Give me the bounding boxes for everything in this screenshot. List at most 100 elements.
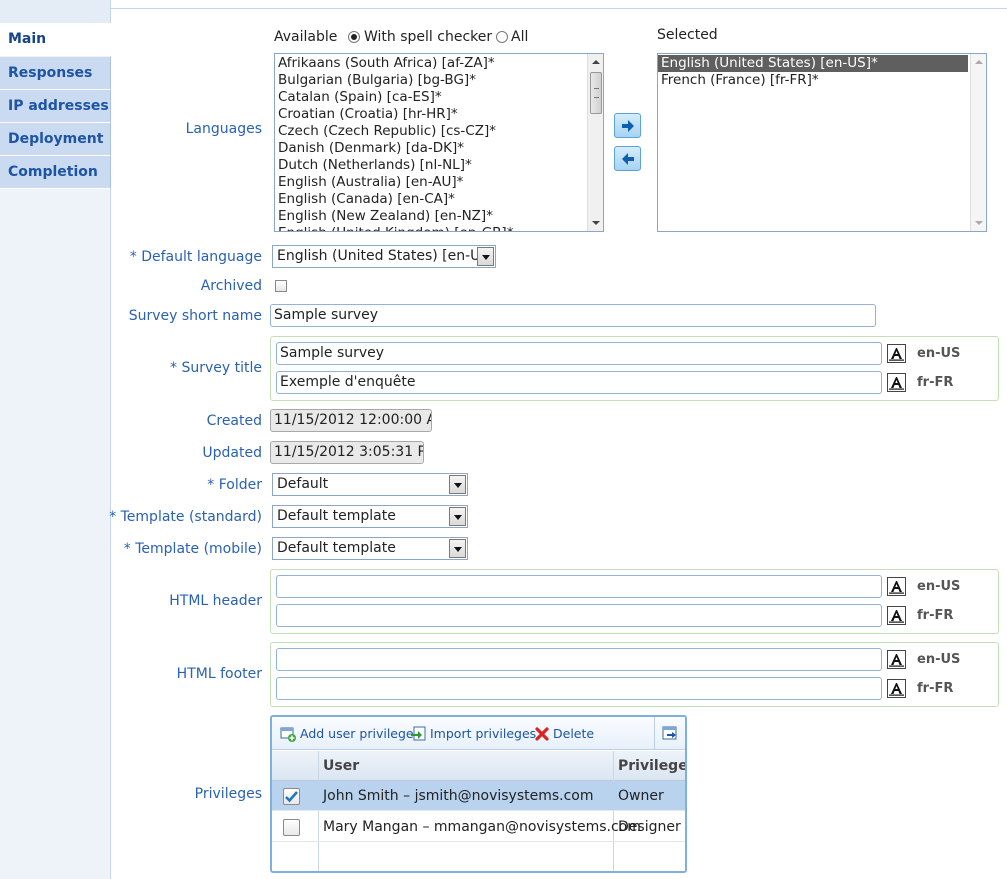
- available-language-item[interactable]: English (New Zealand) [en-NZ]*: [275, 208, 603, 225]
- survey-title-label: * Survey title: [170, 360, 262, 376]
- default-language-select[interactable]: English (United States) [en-US]: [272, 245, 496, 268]
- available-language-item[interactable]: English (United Kingdom) [en-GB]*: [275, 225, 603, 231]
- survey-title-fr-input[interactable]: Exemple d'enquête: [276, 371, 882, 394]
- available-label: Available: [274, 29, 338, 45]
- import-icon[interactable]: [410, 726, 426, 742]
- spell-checker-radio-label[interactable]: With spell checker: [364, 29, 492, 45]
- add-user-privilege-button[interactable]: Add user privilege: [300, 726, 414, 741]
- tab-ip-addresses[interactable]: IP addresses: [0, 90, 111, 123]
- available-list-scrollbar[interactable]: [587, 54, 603, 231]
- import-privileges-button[interactable]: Import privileges: [430, 726, 536, 741]
- selected-languages-list[interactable]: English (United States) [en-US]* French (…: [657, 53, 987, 232]
- arrow-left-icon: [622, 153, 634, 165]
- user-cell: John Smith – jsmith@novisystems.com: [323, 788, 594, 804]
- html-footer-label: HTML footer: [176, 666, 262, 682]
- tab-completion[interactable]: Completion: [0, 156, 111, 189]
- content-border: [110, 8, 1007, 9]
- chevron-down-icon[interactable]: [477, 247, 494, 266]
- remove-language-button[interactable]: [614, 146, 641, 171]
- translate-icon[interactable]: [887, 650, 906, 669]
- table-row[interactable]: Mary Mangan – mmangan@novisystems.com De…: [272, 812, 685, 842]
- translate-icon[interactable]: [887, 344, 906, 363]
- folder-value: Default: [277, 476, 329, 492]
- updated-label: Updated: [202, 445, 262, 461]
- folder-label: * Folder: [207, 477, 262, 493]
- selected-languages-items: English (United States) [en-US]* French (…: [658, 54, 986, 89]
- delete-button[interactable]: Delete: [553, 726, 594, 741]
- row-checkbox[interactable]: [283, 819, 300, 836]
- selected-label: Selected: [657, 27, 718, 43]
- chevron-down-icon[interactable]: [449, 507, 466, 526]
- tab-main[interactable]: Main: [0, 23, 111, 56]
- lang-code-en-us: en-US: [917, 652, 961, 667]
- short-name-label: Survey short name: [128, 308, 262, 324]
- survey-title-en-input[interactable]: Sample survey: [276, 342, 882, 365]
- checkmark-icon: [285, 791, 298, 803]
- lang-code-fr-fr: fr-FR: [917, 608, 954, 623]
- scrollbar-thumb[interactable]: [590, 72, 602, 114]
- template-standard-value: Default template: [277, 508, 396, 524]
- template-standard-label: * Template (standard): [109, 509, 262, 525]
- add-user-icon[interactable]: [280, 726, 296, 742]
- lang-code-en-us: en-US: [917, 346, 961, 361]
- template-mobile-label: * Template (mobile): [123, 541, 262, 557]
- archived-checkbox[interactable]: [275, 280, 287, 292]
- languages-label: Languages: [185, 121, 262, 137]
- html-header-label: HTML header: [169, 593, 262, 609]
- translate-icon[interactable]: [887, 606, 906, 625]
- toolbar-separator: [654, 717, 655, 750]
- chevron-down-icon[interactable]: [449, 475, 466, 494]
- available-language-item[interactable]: Czech (Czech Republic) [cs-CZ]*: [275, 123, 603, 140]
- chevron-down-icon[interactable]: [449, 539, 466, 558]
- all-languages-radio-label[interactable]: All: [511, 29, 528, 45]
- tab-responses[interactable]: Responses: [0, 57, 111, 90]
- lang-code-en-us: en-US: [917, 579, 961, 594]
- row-checkbox[interactable]: [283, 788, 300, 805]
- tab-deployment[interactable]: Deployment: [0, 123, 111, 156]
- available-languages-items: Afrikaans (South Africa) [af-ZA]* Bulgari…: [275, 54, 603, 231]
- delete-icon[interactable]: [534, 726, 550, 742]
- translate-icon[interactable]: [887, 679, 906, 698]
- privileges-grid: Add user privilege Import privileges Del…: [270, 715, 687, 873]
- all-languages-radio[interactable]: [496, 31, 508, 43]
- privileges-label: Privileges: [194, 786, 262, 802]
- translate-icon[interactable]: [887, 577, 906, 596]
- privilege-cell: Designer: [618, 819, 681, 835]
- available-language-item[interactable]: Bulgarian (Bulgaria) [bg-BG]*: [275, 72, 603, 89]
- column-privilege[interactable]: Privilege: [618, 758, 685, 774]
- selected-list-scrollbar[interactable]: [970, 54, 986, 231]
- available-language-item[interactable]: Dutch (Netherlands) [nl-NL]*: [275, 157, 603, 174]
- created-label: Created: [206, 413, 262, 429]
- available-language-item[interactable]: English (Canada) [en-CA]*: [275, 191, 603, 208]
- translate-icon[interactable]: [887, 373, 906, 392]
- available-language-item[interactable]: Danish (Denmark) [da-DK]*: [275, 140, 603, 157]
- tab-strip: Main Responses IP addresses Deployment C…: [0, 0, 111, 879]
- add-language-button[interactable]: [614, 113, 641, 138]
- user-cell: Mary Mangan – mmangan@novisystems.com: [323, 819, 641, 835]
- template-mobile-select[interactable]: Default template: [272, 537, 468, 560]
- folder-select[interactable]: Default: [272, 473, 468, 496]
- column-user[interactable]: User: [323, 758, 359, 774]
- html-footer-fr-input[interactable]: [276, 677, 882, 700]
- spell-checker-radio[interactable]: [348, 31, 360, 43]
- tab-strip-spacer: [0, 0, 110, 23]
- updated-value: 11/15/2012 3:05:31 PM: [270, 441, 424, 464]
- html-footer-en-input[interactable]: [276, 648, 882, 671]
- lang-code-fr-fr: fr-FR: [917, 681, 954, 696]
- available-language-item[interactable]: Croatian (Croatia) [hr-HR]*: [275, 106, 603, 123]
- html-header-fr-input[interactable]: [276, 604, 882, 627]
- available-language-item[interactable]: Afrikaans (South Africa) [af-ZA]*: [275, 55, 603, 72]
- template-standard-select[interactable]: Default template: [272, 505, 468, 528]
- available-language-item[interactable]: English (Australia) [en-AU]*: [275, 174, 603, 191]
- html-header-en-input[interactable]: [276, 575, 882, 598]
- selected-language-item[interactable]: French (France) [fr-FR]*: [658, 72, 968, 89]
- created-value: 11/15/2012 12:00:00 AM: [270, 409, 432, 432]
- export-icon[interactable]: [662, 725, 678, 741]
- default-language-label: * Default language: [129, 249, 262, 265]
- template-mobile-value: Default template: [277, 540, 396, 556]
- available-languages-list[interactable]: Afrikaans (South Africa) [af-ZA]* Bulgari…: [274, 53, 604, 232]
- table-row[interactable]: John Smith – jsmith@novisystems.com Owne…: [272, 781, 685, 811]
- selected-language-item[interactable]: English (United States) [en-US]*: [658, 55, 968, 72]
- short-name-input[interactable]: Sample survey: [270, 304, 876, 327]
- available-language-item[interactable]: Catalan (Spain) [ca-ES]*: [275, 89, 603, 106]
